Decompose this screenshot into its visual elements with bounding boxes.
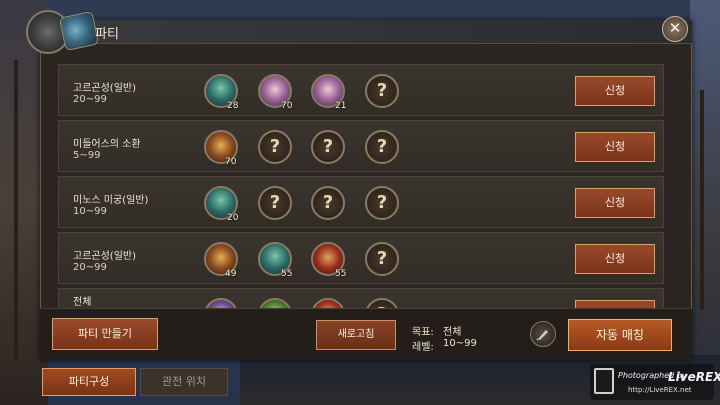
watermark-brand: LiveREX [668, 370, 720, 384]
target-label: 목표: [412, 327, 434, 338]
question-mark-icon: ? [322, 136, 334, 157]
empty-slot: ? [365, 74, 399, 108]
close-button[interactable]: ✕ [662, 16, 688, 42]
ship-mast [14, 60, 18, 360]
watermark-url: http://LiveREX.net [628, 386, 692, 394]
level-range: 5~99 [73, 150, 101, 161]
tab-party-composition[interactable]: 파티구성 [42, 368, 136, 396]
party-row: 미들어스의 소환 5~99 70 ? ? ? 신청 [58, 120, 664, 172]
apply-button[interactable]: 신청 [575, 244, 655, 274]
background-scenery-right [690, 0, 720, 405]
party-row: 고르곤성(일반) 20~99 28 70 21 ? 신청 [58, 64, 664, 116]
target-value: 전체 [443, 327, 462, 338]
question-mark-icon: ? [376, 136, 388, 157]
party-list[interactable]: 고르곤성(일반) 20~99 28 70 21 ? 신청 미들어스의 소환 5~… [58, 64, 664, 310]
tab-spectate-position[interactable]: 관전 위치 [140, 368, 228, 396]
empty-slot: ? [311, 130, 345, 164]
level-range: 20~99 [73, 94, 107, 105]
question-mark-icon: ? [322, 192, 334, 213]
member-level: 20 [227, 213, 239, 223]
party-row: 전체 ? [58, 288, 664, 310]
auto-match-button[interactable]: 자동 매칭 [568, 319, 672, 351]
window-title: 파티 [95, 27, 119, 42]
dungeon-name: 전체 [73, 297, 92, 308]
empty-slot: ? [258, 186, 292, 220]
member-level: 55 [281, 269, 293, 279]
dungeon-name: 미들어스의 소환 [73, 139, 141, 150]
member-level: 55 [335, 269, 347, 279]
apply-button[interactable]: 신청 [575, 132, 655, 162]
question-mark-icon: ? [376, 192, 388, 213]
level-range: 20~99 [73, 262, 107, 273]
question-mark-icon: ? [376, 248, 388, 269]
book-icon [594, 368, 614, 394]
quill-icon [536, 330, 548, 341]
level-value: 10~99 [443, 338, 477, 349]
empty-slot: ? [365, 130, 399, 164]
empty-slot: ? [258, 130, 292, 164]
dungeon-name: 고르곤성(일반) [73, 83, 137, 94]
level-label: 레벨: [412, 342, 434, 353]
member-level: 70 [281, 101, 293, 111]
create-party-button[interactable]: 파티 만들기 [52, 318, 158, 350]
empty-slot: ? [365, 186, 399, 220]
dungeon-name: 미노스 미궁(일반) [73, 195, 149, 206]
party-icon [58, 10, 100, 52]
question-mark-icon: ? [269, 192, 281, 213]
member-level: 21 [335, 101, 347, 111]
member-level: 28 [227, 101, 239, 111]
party-row: 미노스 미궁(일반) 10~99 20 ? ? ? 신청 [58, 176, 664, 228]
dungeon-name: 고르곤성(일반) [73, 251, 137, 262]
question-mark-icon: ? [269, 136, 281, 157]
level-range: 10~99 [73, 206, 107, 217]
party-row: 고르곤성(일반) 20~99 49 55 55 ? 신청 [58, 232, 664, 284]
empty-slot: ? [365, 242, 399, 276]
empty-slot: ? [311, 186, 345, 220]
member-level: 70 [225, 157, 237, 167]
edit-filter-button[interactable] [530, 321, 556, 347]
member-level: 49 [225, 269, 237, 279]
apply-button[interactable]: 신청 [575, 188, 655, 218]
ship-mast [700, 90, 704, 310]
title-bar [40, 20, 692, 44]
refresh-button[interactable]: 새로고침 [316, 320, 396, 350]
question-mark-icon: ? [376, 80, 388, 101]
apply-button[interactable]: 신청 [575, 76, 655, 106]
